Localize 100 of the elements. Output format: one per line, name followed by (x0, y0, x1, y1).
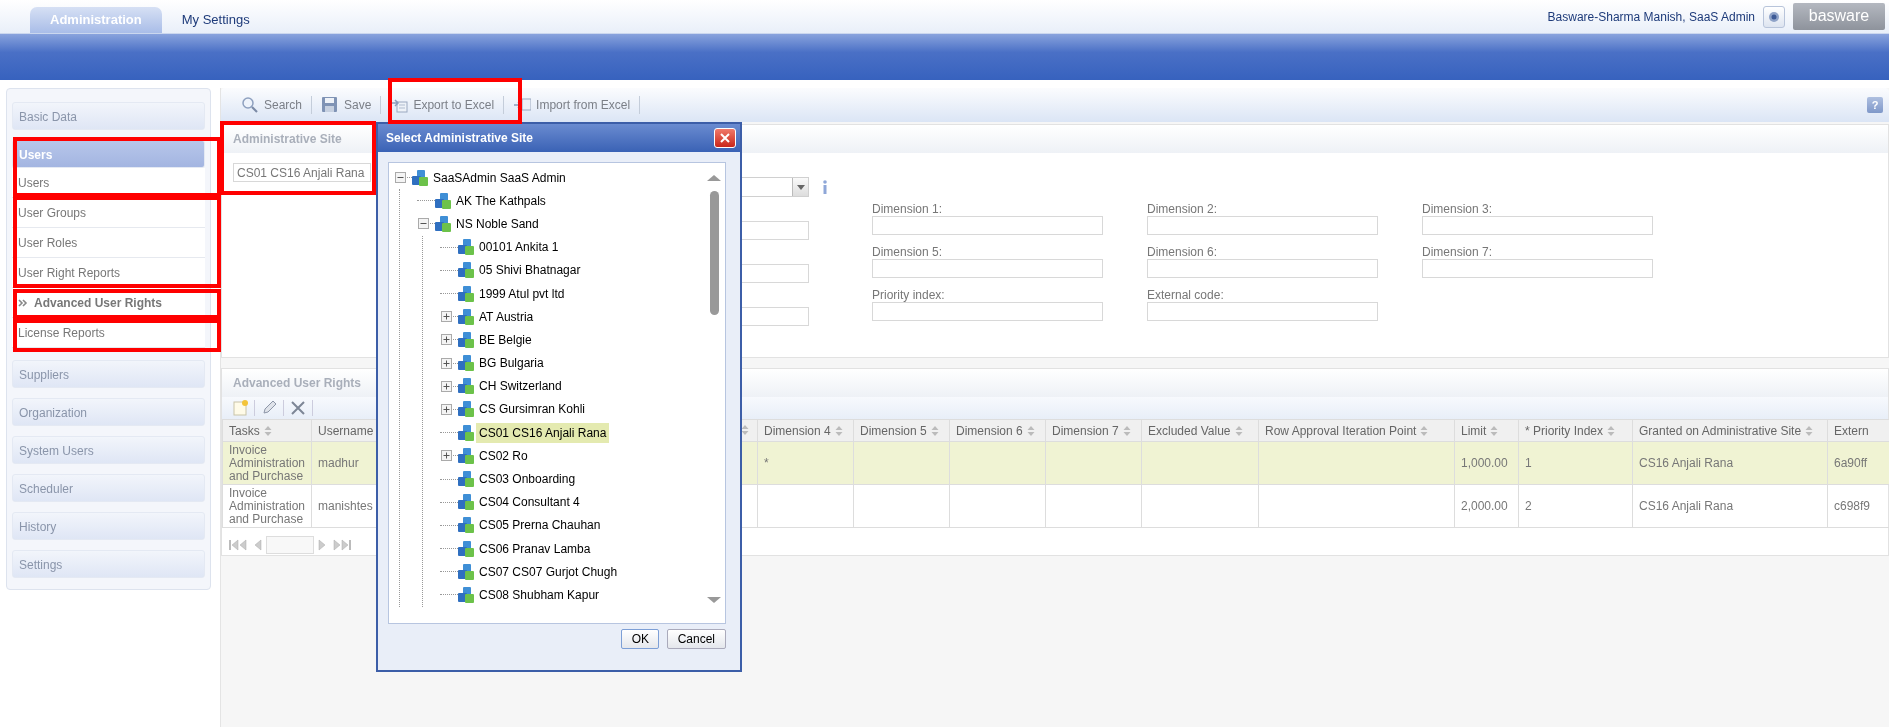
site-icon (458, 378, 474, 395)
plus-box-icon[interactable] (440, 380, 452, 392)
tree-item[interactable]: AK The Kathpals (453, 190, 549, 211)
column-header[interactable]: Limit (1454, 419, 1519, 442)
circle-button[interactable] (1763, 5, 1785, 28)
tree-item[interactable]: SaaSAdmin SaaS Admin (430, 167, 569, 188)
sort-icon (1805, 425, 1814, 436)
column-header[interactable]: Dimension 7 (1045, 419, 1142, 442)
sort-icon (1234, 425, 1243, 436)
site-icon (458, 586, 474, 603)
site-icon (458, 355, 474, 372)
first-page-icon[interactable] (228, 539, 248, 551)
input-field[interactable] (1422, 216, 1653, 235)
input-field[interactable] (872, 216, 1103, 235)
site-icon (435, 215, 451, 232)
column-header[interactable]: Dimension 6 (949, 419, 1046, 442)
column-header[interactable]: Extern (1827, 419, 1889, 442)
tree-item[interactable]: CS07 CS07 Gurjot Chugh (476, 561, 621, 582)
plus-box-icon[interactable] (440, 334, 452, 346)
site-icon (458, 239, 474, 256)
arrow-document-icon (513, 96, 532, 114)
sort-icon (1490, 425, 1499, 436)
table-cell: 2,000.00 (1461, 498, 1508, 513)
tree-item[interactable]: CS03 Onboarding (476, 469, 579, 490)
tree-item[interactable]: CS01 CS16 Anjali Rana (476, 422, 610, 443)
new-document-icon[interactable] (232, 400, 248, 416)
toolbar-button[interactable]: Search (235, 92, 309, 118)
sort-icon (1122, 425, 1131, 436)
pencil-icon[interactable] (261, 400, 277, 416)
site-icon (458, 331, 474, 348)
input-field[interactable] (1147, 259, 1378, 278)
tree-item[interactable]: 00101 Ankita 1 (476, 237, 562, 258)
site-icon (458, 447, 474, 464)
field-label: Dimension 6: (1147, 245, 1219, 259)
column-header[interactable]: * Priority Index (1518, 419, 1633, 442)
sort-icon (1026, 425, 1035, 436)
table-cell: 1 (1525, 455, 1532, 470)
sort-icon (1607, 425, 1616, 436)
sort-icon (263, 425, 272, 436)
page-field[interactable] (266, 536, 314, 554)
input-field[interactable] (1422, 259, 1653, 278)
toolbar-button[interactable]: Export to Excel (384, 92, 501, 118)
sort-icon (1420, 425, 1429, 436)
toolbar-button[interactable]: Import from Excel (507, 92, 637, 118)
tree-item[interactable]: 05 Shivi Bhatnagar (476, 260, 584, 281)
tree-item[interactable]: CS05 Prerna Chauhan (476, 515, 604, 536)
tree-item[interactable]: CH Switzerland (476, 376, 565, 397)
site-icon (458, 471, 474, 488)
input-field[interactable] (1147, 216, 1378, 235)
toolbar-button[interactable]: Save (315, 92, 378, 118)
site-icon (458, 401, 474, 418)
field-label: Dimension 2: (1147, 202, 1219, 216)
plus-box-icon[interactable] (440, 450, 452, 462)
delete-icon[interactable] (290, 400, 306, 416)
dialog-button[interactable]: OK (620, 629, 659, 649)
field-label: Dimension 5: (872, 245, 944, 259)
previous-page-icon[interactable] (252, 539, 262, 551)
input-field[interactable] (872, 302, 1103, 321)
plus-box-icon[interactable] (440, 403, 452, 415)
table-cell: 6a90ff (1834, 455, 1868, 470)
input-field[interactable]: CS01 CS16 Anjali Rana (233, 163, 371, 182)
sort-icon (930, 425, 939, 436)
input-field[interactable] (1147, 302, 1378, 321)
tree-item[interactable]: BE Belgie (476, 329, 535, 350)
table-cell: manishtes (318, 498, 373, 513)
close-button[interactable] (714, 128, 736, 148)
table-cell: * (764, 455, 769, 470)
site-icon (458, 517, 474, 534)
nav-tab[interactable]: My Settings (161, 7, 270, 33)
column-header[interactable]: Row Approval Iteration Point (1258, 419, 1455, 442)
dialog-button[interactable]: Cancel (666, 629, 726, 649)
tree-item[interactable]: CS04 Consultant 4 (476, 492, 583, 513)
plus-box-icon[interactable] (440, 311, 452, 323)
input-field[interactable] (872, 259, 1103, 278)
tree-item[interactable]: 1999 Atul pvt ltd (476, 283, 568, 304)
table-cell: 1,000.00 (1461, 455, 1508, 470)
info-icon[interactable] (821, 180, 829, 194)
tree-item[interactable]: NS Noble Sand (453, 213, 542, 234)
table-cell: Invoice Administration and Purchase (229, 442, 306, 483)
tree-item[interactable]: CS02 Ro (476, 445, 531, 466)
column-header[interactable]: Dimension 5 (853, 419, 950, 442)
column-header[interactable]: Excluded Value (1141, 419, 1259, 442)
tree-item[interactable]: CS Gursimran Kohli (476, 399, 589, 420)
column-header[interactable]: Granted on Administrative Site (1632, 419, 1828, 442)
site-icon (458, 540, 474, 557)
minus-box-icon[interactable] (417, 218, 429, 230)
last-page-icon[interactable] (332, 539, 352, 551)
tree-item[interactable]: CS08 Shubham Kapur (476, 584, 603, 605)
column-header[interactable]: Username (311, 419, 379, 442)
tree-item[interactable]: AT Austria (476, 306, 537, 327)
next-page-icon[interactable] (318, 539, 328, 551)
plus-box-icon[interactable] (440, 357, 452, 369)
column-header[interactable]: Tasks (222, 419, 312, 442)
table-cell: 2 (1525, 498, 1532, 513)
site-icon (458, 563, 474, 580)
caret-icon (796, 184, 805, 190)
double-chevron-icon (18, 298, 28, 307)
column-header[interactable]: Dimension 4 (757, 419, 854, 442)
minus-box-icon[interactable] (394, 172, 406, 184)
tree-item[interactable]: CS06 Pranav Lamba (476, 538, 594, 559)
